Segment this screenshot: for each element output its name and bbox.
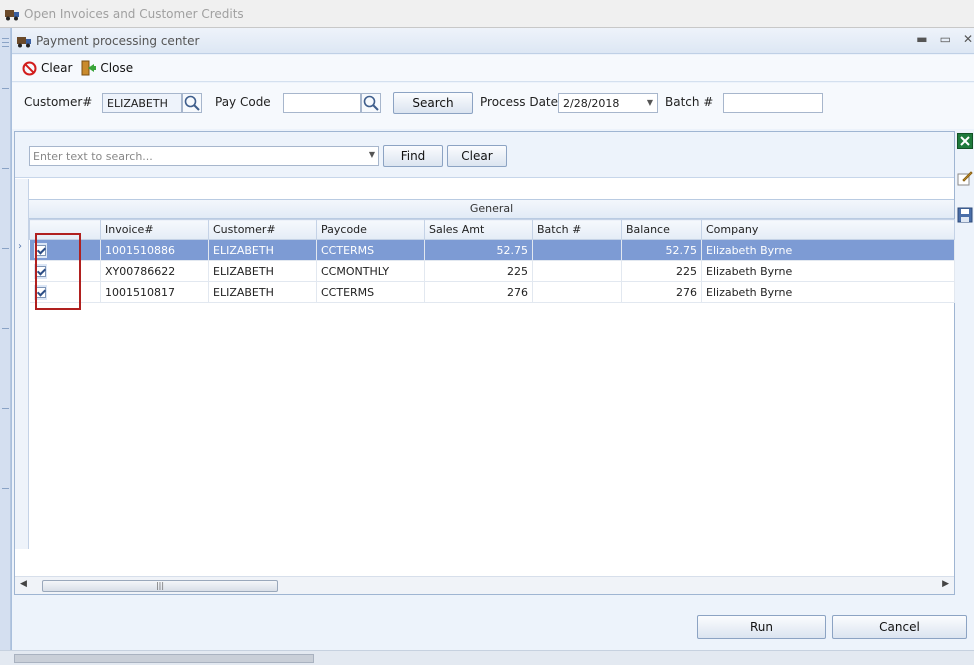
scrollbar-thumb[interactable]: ||| bbox=[42, 580, 278, 592]
table-row[interactable]: 1001510886 ELIZABETH CCTERMS 52.75 52.75… bbox=[29, 239, 955, 261]
process-date-label: Process Date bbox=[480, 95, 559, 109]
balance-cell[interactable]: 52.75 bbox=[621, 239, 702, 261]
cancel-button[interactable]: Cancel bbox=[832, 615, 967, 639]
grid-search-bar: Enter text to search... ▼ Find Clear bbox=[15, 132, 954, 178]
row-select-cell[interactable] bbox=[29, 260, 101, 282]
find-button[interactable]: Find bbox=[383, 145, 443, 167]
current-row-indicator-icon: › bbox=[18, 241, 22, 252]
batch-cell[interactable] bbox=[532, 281, 622, 303]
sales-amt-cell[interactable]: 276 bbox=[424, 281, 533, 303]
batch-label: Batch # bbox=[665, 95, 714, 109]
customer-input[interactable]: ELIZABETH bbox=[102, 93, 182, 113]
outer-window-title: Open Invoices and Customer Credits bbox=[24, 6, 244, 21]
search-button[interactable]: Search bbox=[393, 92, 473, 114]
chevron-down-icon[interactable]: ▼ bbox=[647, 98, 653, 107]
row-checkbox[interactable] bbox=[34, 266, 46, 277]
close-window-icon[interactable]: ✕ bbox=[963, 32, 973, 46]
exit-door-icon bbox=[81, 60, 97, 76]
scroll-right-icon[interactable]: ▶ bbox=[942, 579, 949, 589]
table-row[interactable]: 1001510817 ELIZABETH CCTERMS 276 276 Eli… bbox=[29, 281, 955, 303]
row-checkbox[interactable] bbox=[34, 245, 46, 256]
outer-title-bar: Open Invoices and Customer Credits bbox=[0, 0, 974, 28]
window-title-bar: Payment processing center ▬ ▭ ✕ bbox=[12, 28, 974, 54]
row-selector-column: › bbox=[15, 179, 29, 549]
grid-search-input[interactable]: Enter text to search... ▼ bbox=[29, 146, 379, 166]
scroll-left-icon[interactable]: ◀ bbox=[20, 579, 27, 589]
paycode-label: Pay Code bbox=[215, 95, 271, 109]
run-button[interactable]: Run bbox=[697, 615, 826, 639]
company-cell[interactable]: Elizabeth Byrne bbox=[701, 281, 955, 303]
invoice-table: Invoice# Customer# Paycode Sales Amt Bat… bbox=[29, 219, 955, 303]
outer-scrollbar-thumb[interactable] bbox=[14, 654, 314, 663]
no-entry-icon bbox=[22, 61, 37, 75]
balance-cell[interactable]: 276 bbox=[621, 281, 702, 303]
table-row[interactable]: XY00786622 ELIZABETH CCMONTHLY 225 225 E… bbox=[29, 260, 955, 282]
outer-horizontal-scrollbar[interactable] bbox=[0, 650, 974, 665]
process-date-value: 2/28/2018 bbox=[563, 97, 620, 110]
grid-panel: Enter text to search... ▼ Find Clear › G… bbox=[14, 131, 955, 595]
process-date-input[interactable]: 2/28/2018 ▼ bbox=[558, 93, 658, 113]
paycode-cell[interactable]: CCMONTHLY bbox=[316, 260, 425, 282]
sales-amt-cell[interactable]: 52.75 bbox=[424, 239, 533, 261]
batch-cell[interactable] bbox=[532, 260, 622, 282]
column-header-invoice[interactable]: Invoice# bbox=[100, 219, 209, 240]
column-header-batch[interactable]: Batch # bbox=[532, 219, 622, 240]
paycode-lookup-icon[interactable] bbox=[361, 93, 381, 113]
column-header-customer[interactable]: Customer# bbox=[208, 219, 317, 240]
left-dock-strip bbox=[0, 28, 11, 658]
column-header-select[interactable] bbox=[29, 219, 101, 240]
paycode-input[interactable] bbox=[283, 93, 361, 113]
edit-note-icon[interactable] bbox=[957, 170, 973, 186]
batch-input[interactable] bbox=[723, 93, 823, 113]
customer-cell[interactable]: ELIZABETH bbox=[208, 281, 317, 303]
close-label: Close bbox=[100, 61, 134, 75]
company-cell[interactable]: Elizabeth Byrne bbox=[701, 260, 955, 282]
row-select-cell[interactable] bbox=[29, 281, 101, 303]
balance-cell[interactable]: 225 bbox=[621, 260, 702, 282]
paycode-cell[interactable]: CCTERMS bbox=[316, 281, 425, 303]
batch-cell[interactable] bbox=[532, 239, 622, 261]
excel-export-icon[interactable] bbox=[957, 133, 973, 149]
clear-button[interactable]: Clear bbox=[22, 61, 72, 76]
truck-icon bbox=[5, 9, 19, 20]
window-title: Payment processing center bbox=[36, 33, 200, 48]
invoice-cell[interactable]: 1001510817 bbox=[100, 281, 209, 303]
column-header-paycode[interactable]: Paycode bbox=[316, 219, 425, 240]
chevron-down-icon[interactable]: ▼ bbox=[369, 150, 375, 159]
toolbar: Clear Close bbox=[12, 55, 974, 82]
customer-lookup-icon[interactable] bbox=[182, 93, 202, 113]
customer-label: Customer# bbox=[24, 95, 93, 109]
row-checkbox[interactable] bbox=[34, 287, 46, 298]
truck-icon bbox=[17, 36, 31, 47]
column-header-balance[interactable]: Balance bbox=[621, 219, 702, 240]
horizontal-scrollbar[interactable]: ◀ ||| ▶ bbox=[15, 576, 954, 594]
restore-icon[interactable]: ▭ bbox=[940, 32, 951, 46]
invoice-cell[interactable]: XY00786622 bbox=[100, 260, 209, 282]
customer-cell[interactable]: ELIZABETH bbox=[208, 260, 317, 282]
invoice-cell[interactable]: 1001510886 bbox=[100, 239, 209, 261]
save-disk-icon[interactable] bbox=[957, 207, 973, 223]
side-toolbar bbox=[957, 133, 974, 226]
column-header-sales-amt[interactable]: Sales Amt bbox=[424, 219, 533, 240]
column-header-company[interactable]: Company bbox=[701, 219, 955, 240]
clear-label: Clear bbox=[41, 61, 73, 75]
grid-search-placeholder: Enter text to search... bbox=[33, 150, 153, 163]
table-header-row: Invoice# Customer# Paycode Sales Amt Bat… bbox=[29, 219, 955, 240]
paycode-cell[interactable]: CCTERMS bbox=[316, 239, 425, 261]
row-select-cell[interactable] bbox=[29, 239, 101, 261]
filter-row: Customer# ELIZABETH Pay Code Search Proc… bbox=[12, 83, 974, 129]
sales-amt-cell[interactable]: 225 bbox=[424, 260, 533, 282]
grid-clear-button[interactable]: Clear bbox=[447, 145, 507, 167]
minimize-icon[interactable]: ▬ bbox=[916, 32, 927, 46]
close-button[interactable]: Close bbox=[80, 60, 133, 76]
customer-cell[interactable]: ELIZABETH bbox=[208, 239, 317, 261]
company-cell[interactable]: Elizabeth Byrne bbox=[701, 239, 955, 261]
payment-processing-window: Payment processing center ▬ ▭ ✕ Clear Cl… bbox=[11, 28, 974, 658]
group-header-general: General bbox=[29, 199, 954, 219]
